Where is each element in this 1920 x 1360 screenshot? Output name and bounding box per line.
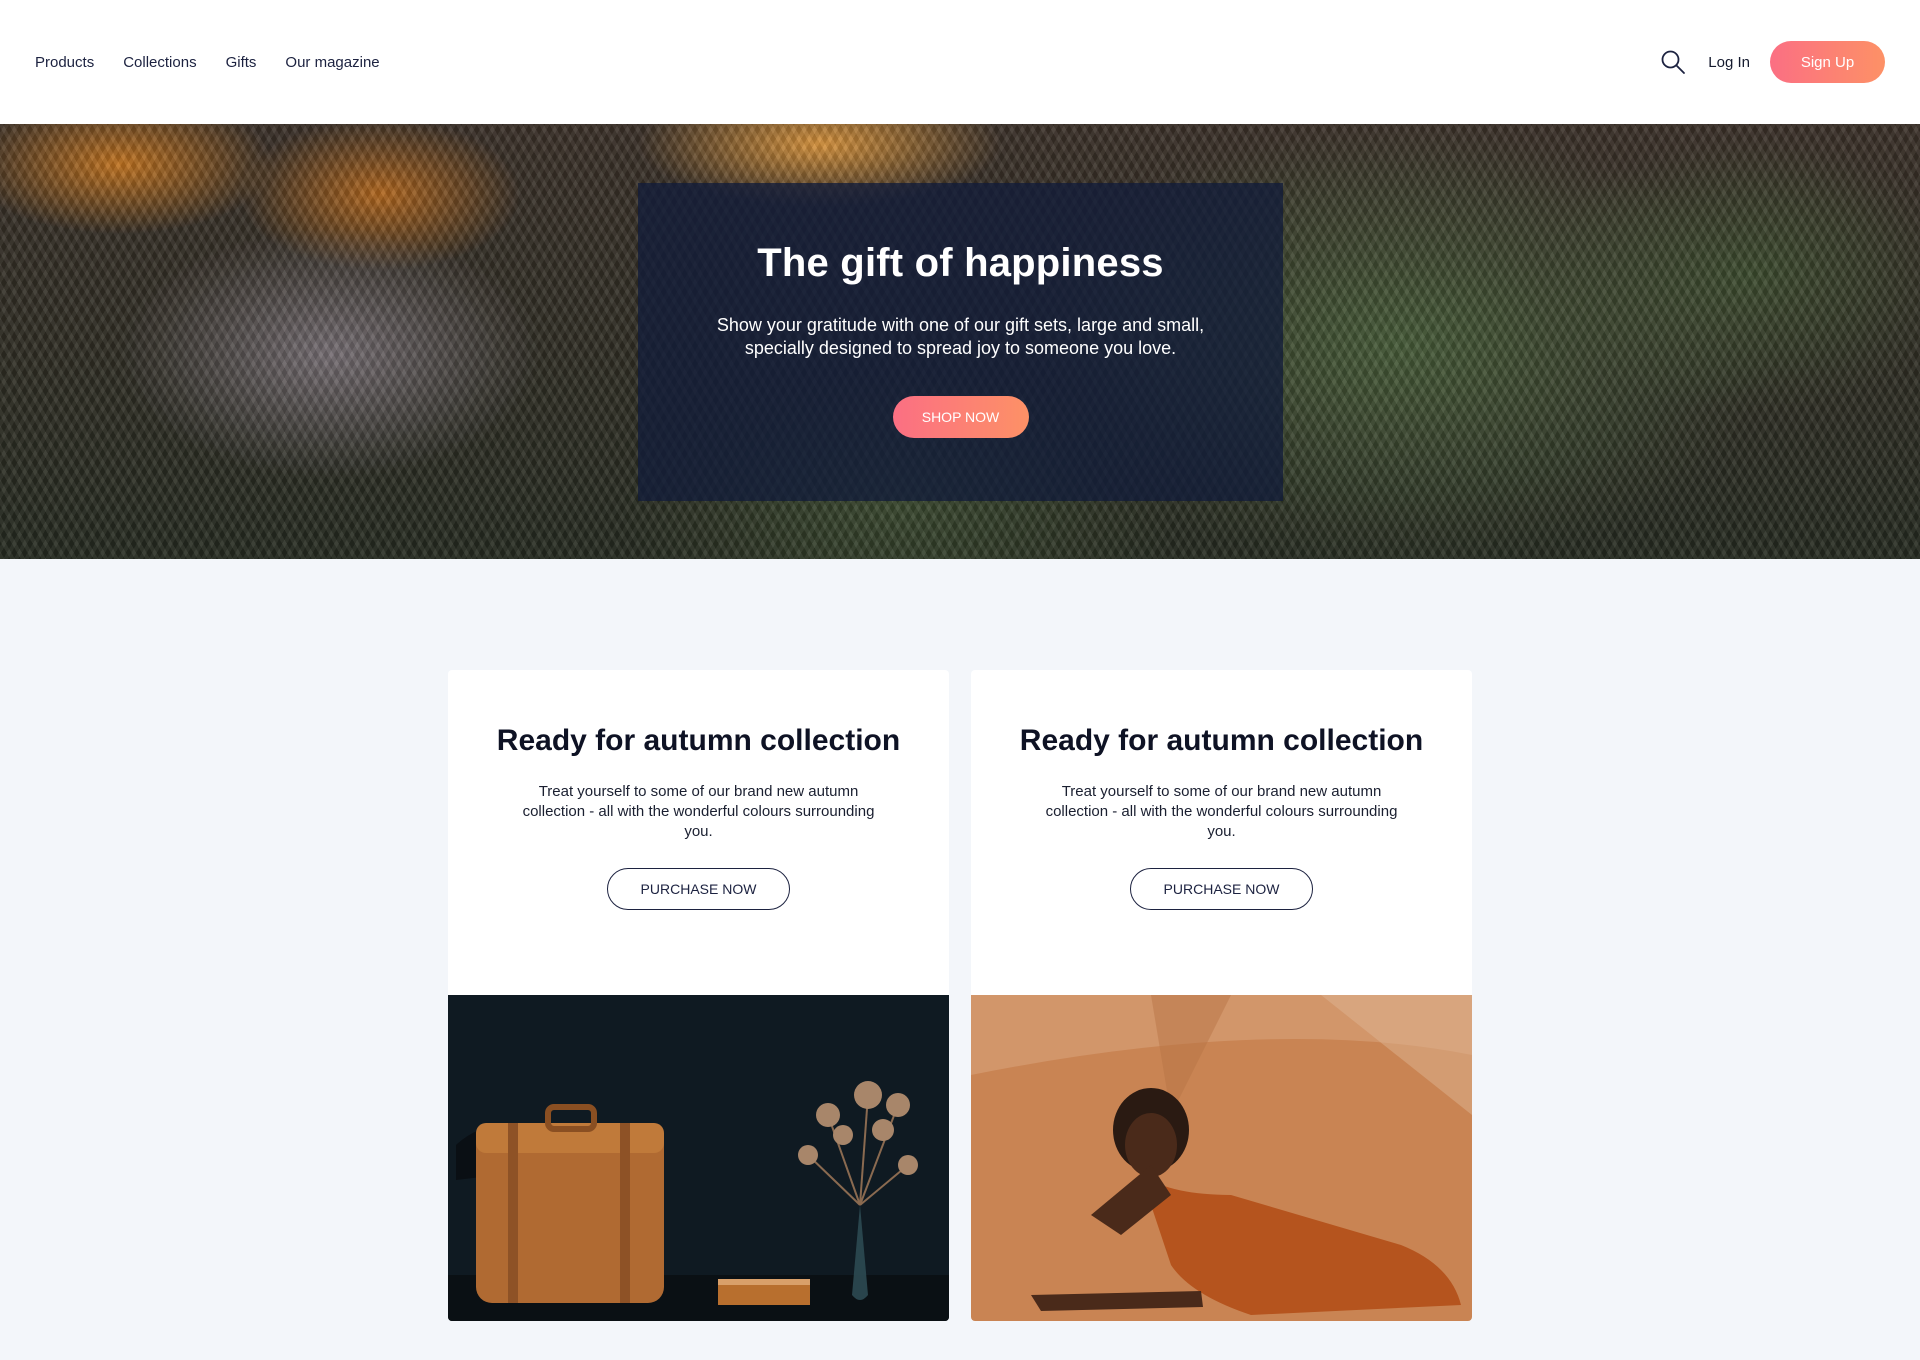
collections-section: Ready for autumn collection Treat yourse… bbox=[0, 559, 1920, 1360]
nav-collections[interactable]: Collections bbox=[123, 54, 196, 71]
hero-description: Show your gratitude with one of our gift… bbox=[716, 315, 1205, 358]
login-link[interactable]: Log In bbox=[1708, 54, 1750, 71]
card-description: Treat yourself to some of our brand new … bbox=[522, 783, 875, 840]
card-title: Ready for autumn collection bbox=[496, 724, 901, 757]
site-header: Products Collections Gifts Our magazine … bbox=[0, 0, 1920, 124]
shop-now-button[interactable]: SHOP NOW bbox=[892, 396, 1029, 438]
nav-our-magazine[interactable]: Our magazine bbox=[285, 54, 379, 71]
card-title: Ready for autumn collection bbox=[1019, 724, 1424, 757]
collection-card: Ready for autumn collection Treat yourse… bbox=[448, 670, 949, 1321]
nav-gifts[interactable]: Gifts bbox=[226, 54, 257, 71]
purchase-now-button[interactable]: PURCHASE NOW bbox=[1130, 868, 1313, 910]
hero-banner: The gift of happiness Show your gratitud… bbox=[0, 124, 1920, 559]
hero-overlay: The gift of happiness Show your gratitud… bbox=[638, 183, 1283, 501]
purchase-now-button[interactable]: PURCHASE NOW bbox=[607, 868, 790, 910]
nav-products[interactable]: Products bbox=[35, 54, 94, 71]
header-actions: Log In Sign Up bbox=[1660, 41, 1885, 83]
hero-title: The gift of happiness bbox=[757, 241, 1164, 285]
signup-button[interactable]: Sign Up bbox=[1770, 41, 1885, 83]
model-product-image bbox=[971, 995, 1472, 1321]
search-icon[interactable] bbox=[1660, 49, 1686, 75]
card-description: Treat yourself to some of our brand new … bbox=[1045, 783, 1398, 840]
suitcase-product-image bbox=[448, 995, 949, 1321]
collection-card: Ready for autumn collection Treat yourse… bbox=[971, 670, 1472, 1321]
main-nav: Products Collections Gifts Our magazine bbox=[35, 54, 380, 71]
